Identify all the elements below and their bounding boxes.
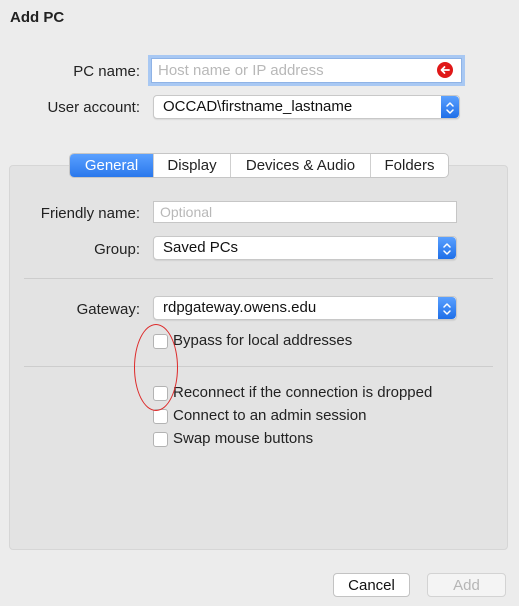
separator <box>24 278 493 279</box>
separator <box>24 366 493 367</box>
clear-field-icon[interactable] <box>437 62 453 78</box>
annotation-circle <box>134 324 178 411</box>
user-account-select[interactable]: OCCAD\firstname_lastname <box>153 95 460 119</box>
group-value: Saved PCs <box>163 239 239 256</box>
up-down-chevron-icon <box>441 96 459 118</box>
gateway-value: rdpgateway.owens.edu <box>163 299 317 316</box>
add-button[interactable]: Add <box>427 573 506 597</box>
group-select[interactable]: Saved PCs <box>153 236 457 260</box>
swap-mouse-checkbox[interactable] <box>153 432 168 447</box>
swap-mouse-label[interactable]: Swap mouse buttons <box>173 430 313 447</box>
cancel-button[interactable]: Cancel <box>333 573 410 597</box>
up-down-chevron-icon <box>438 297 456 319</box>
friendly-name-label: Friendly name: <box>40 205 140 222</box>
gateway-label: Gateway: <box>76 301 140 318</box>
friendly-name-input[interactable] <box>153 201 457 223</box>
pc-name-input[interactable] <box>151 58 462 83</box>
tab-general[interactable]: General <box>70 154 153 177</box>
up-down-chevron-icon <box>438 237 456 259</box>
tab-display[interactable]: Display <box>153 154 230 177</box>
reconnect-label[interactable]: Reconnect if the connection is dropped <box>173 384 432 401</box>
user-account-label: User account: <box>47 99 140 116</box>
tab-devices-audio[interactable]: Devices & Audio <box>230 154 370 177</box>
admin-session-label[interactable]: Connect to an admin session <box>173 407 366 424</box>
tab-folders[interactable]: Folders <box>370 154 448 177</box>
group-label: Group: <box>94 241 140 258</box>
bypass-local-label[interactable]: Bypass for local addresses <box>173 332 352 349</box>
dialog-title: Add PC <box>10 9 65 26</box>
tab-bar: General Display Devices & Audio Folders <box>69 153 449 178</box>
pc-name-label: PC name: <box>73 63 140 80</box>
user-account-value: OCCAD\firstname_lastname <box>163 98 353 115</box>
admin-session-checkbox[interactable] <box>153 409 168 424</box>
gateway-select[interactable]: rdpgateway.owens.edu <box>153 296 457 320</box>
